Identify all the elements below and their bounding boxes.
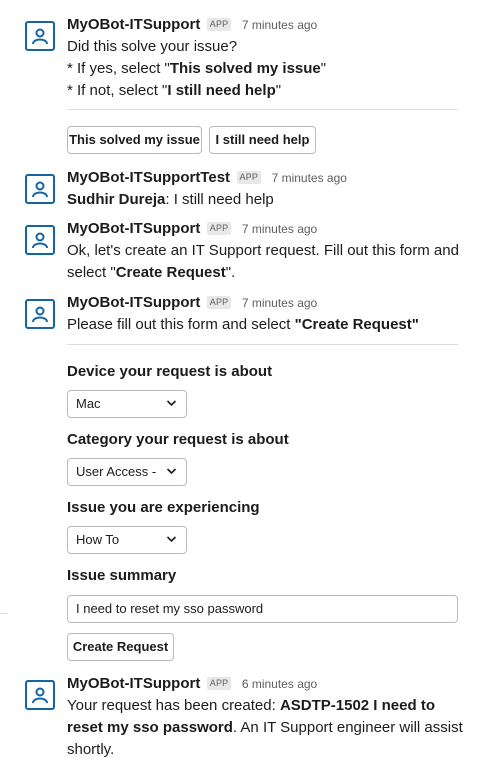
app-badge: APP bbox=[206, 18, 232, 31]
bot-avatar[interactable] bbox=[25, 21, 55, 51]
create-request-button[interactable]: Create Request bbox=[67, 633, 174, 661]
clipped-previous-text: ..... bbox=[67, 0, 88, 6]
sender-name[interactable]: MyOBot-ITSupport bbox=[67, 220, 200, 237]
message-header: MyOBot-ITSupport APP 6 minutes ago bbox=[67, 674, 317, 694]
form-instruction-bold: "Create Request" bbox=[294, 316, 419, 333]
option-no-prefix: * If not, select " bbox=[67, 82, 168, 99]
user-avatar-icon bbox=[32, 181, 48, 198]
option-no-suffix: " bbox=[275, 82, 282, 99]
ticket-link-continued[interactable]: reset my sso password bbox=[67, 719, 233, 736]
issue-select-value: How To bbox=[76, 532, 120, 547]
app-badge: APP bbox=[206, 296, 232, 309]
confirmation-line-3: shortly. bbox=[67, 741, 115, 758]
message-body: Your request has been created: ASDTP-150… bbox=[67, 695, 463, 761]
sender-name[interactable]: MyOBot-ITSupport bbox=[67, 675, 200, 692]
message-header: MyOBot-ITSupport APP 7 minutes ago bbox=[67, 15, 317, 35]
option-yes-suffix: " bbox=[320, 60, 327, 77]
divider bbox=[0, 613, 8, 614]
ticket-link[interactable]: ASDTP-1502 I need to bbox=[280, 697, 435, 714]
category-select[interactable]: User Access - V bbox=[67, 458, 187, 486]
timestamp[interactable]: 7 minutes ago bbox=[242, 18, 317, 32]
bot-avatar[interactable] bbox=[25, 299, 55, 329]
issue-select[interactable]: How To bbox=[67, 526, 187, 554]
message-body: Ok, let's create an IT Support request. … bbox=[67, 240, 459, 284]
question-text: Did this solve your issue? bbox=[67, 38, 238, 55]
timestamp[interactable]: 6 minutes ago bbox=[242, 677, 317, 691]
confirmation-prefix: Your request has been created: bbox=[67, 697, 280, 714]
bot-avatar[interactable] bbox=[25, 174, 55, 204]
confirmation-line-2: reset my sso password. An IT Support eng… bbox=[67, 717, 463, 739]
instruction-suffix: ". bbox=[225, 264, 236, 281]
this-solved-my-issue-button[interactable]: This solved my issue bbox=[67, 126, 202, 154]
user-avatar-icon bbox=[32, 306, 48, 323]
device-select-value: Mac bbox=[76, 396, 101, 411]
confirmation-line-1: Your request has been created: ASDTP-150… bbox=[67, 695, 463, 717]
issue-summary-input[interactable]: I need to reset my sso password bbox=[67, 595, 458, 623]
bot-avatar[interactable] bbox=[25, 680, 55, 710]
form-instruction: Please fill out this form and select bbox=[67, 316, 295, 333]
app-badge: APP bbox=[206, 222, 232, 235]
user-avatar-icon bbox=[32, 687, 48, 704]
confirmation-suffix: . An IT Support engineer will assist bbox=[232, 719, 463, 736]
reply-text: : I still need help bbox=[165, 191, 274, 208]
issue-label: Issue you are experiencing bbox=[67, 499, 260, 516]
message-header: MyOBot-ITSupportTest APP 7 minutes ago bbox=[67, 168, 347, 188]
i-still-need-help-button[interactable]: I still need help bbox=[209, 126, 316, 154]
timestamp[interactable]: 7 minutes ago bbox=[242, 222, 317, 236]
category-label: Category your request is about bbox=[67, 431, 289, 448]
sender-name[interactable]: MyOBot-ITSupport bbox=[67, 294, 200, 311]
device-select[interactable]: Mac bbox=[67, 390, 187, 418]
instruction-line-2: select "Create Request". bbox=[67, 262, 459, 284]
chevron-down-icon bbox=[166, 536, 177, 543]
message-body: Sudhir Dureja: I still need help bbox=[67, 189, 274, 211]
category-select-value: User Access - V bbox=[76, 464, 158, 479]
message-header: MyOBot-ITSupport APP 7 minutes ago bbox=[67, 293, 317, 313]
chevron-down-icon bbox=[166, 468, 177, 475]
device-label: Device your request is about bbox=[67, 363, 273, 380]
option-no-bold: I still need help bbox=[167, 82, 276, 99]
option-no: * If not, select "I still need help" bbox=[67, 80, 326, 102]
timestamp[interactable]: 7 minutes ago bbox=[272, 171, 347, 185]
user-mention[interactable]: Sudhir Dureja bbox=[67, 191, 165, 208]
user-avatar-icon bbox=[32, 232, 48, 249]
sender-name[interactable]: MyOBot-ITSupportTest bbox=[67, 169, 230, 186]
message-body: Did this solve your issue? * If yes, sel… bbox=[67, 36, 326, 102]
divider bbox=[67, 344, 458, 345]
instruction-line-1: Ok, let's create an IT Support request. … bbox=[67, 242, 459, 259]
message-header: MyOBot-ITSupport APP 7 minutes ago bbox=[67, 219, 317, 239]
timestamp[interactable]: 7 minutes ago bbox=[242, 296, 317, 310]
divider bbox=[67, 109, 458, 110]
bot-avatar[interactable] bbox=[25, 225, 55, 255]
instruction-prefix: select " bbox=[67, 264, 116, 281]
app-badge: APP bbox=[206, 677, 232, 690]
instruction-bold: Create Request bbox=[115, 264, 226, 281]
app-badge: APP bbox=[236, 171, 262, 184]
sender-name[interactable]: MyOBot-ITSupport bbox=[67, 16, 200, 33]
chevron-down-icon bbox=[166, 400, 177, 407]
summary-label: Issue summary bbox=[67, 567, 177, 584]
option-yes-prefix: * If yes, select " bbox=[67, 60, 170, 77]
message-body: Please fill out this form and select "Cr… bbox=[67, 314, 419, 336]
user-avatar-icon bbox=[32, 28, 48, 45]
option-yes: * If yes, select "This solved my issue" bbox=[67, 58, 326, 80]
option-yes-bold: This solved my issue bbox=[169, 60, 321, 77]
